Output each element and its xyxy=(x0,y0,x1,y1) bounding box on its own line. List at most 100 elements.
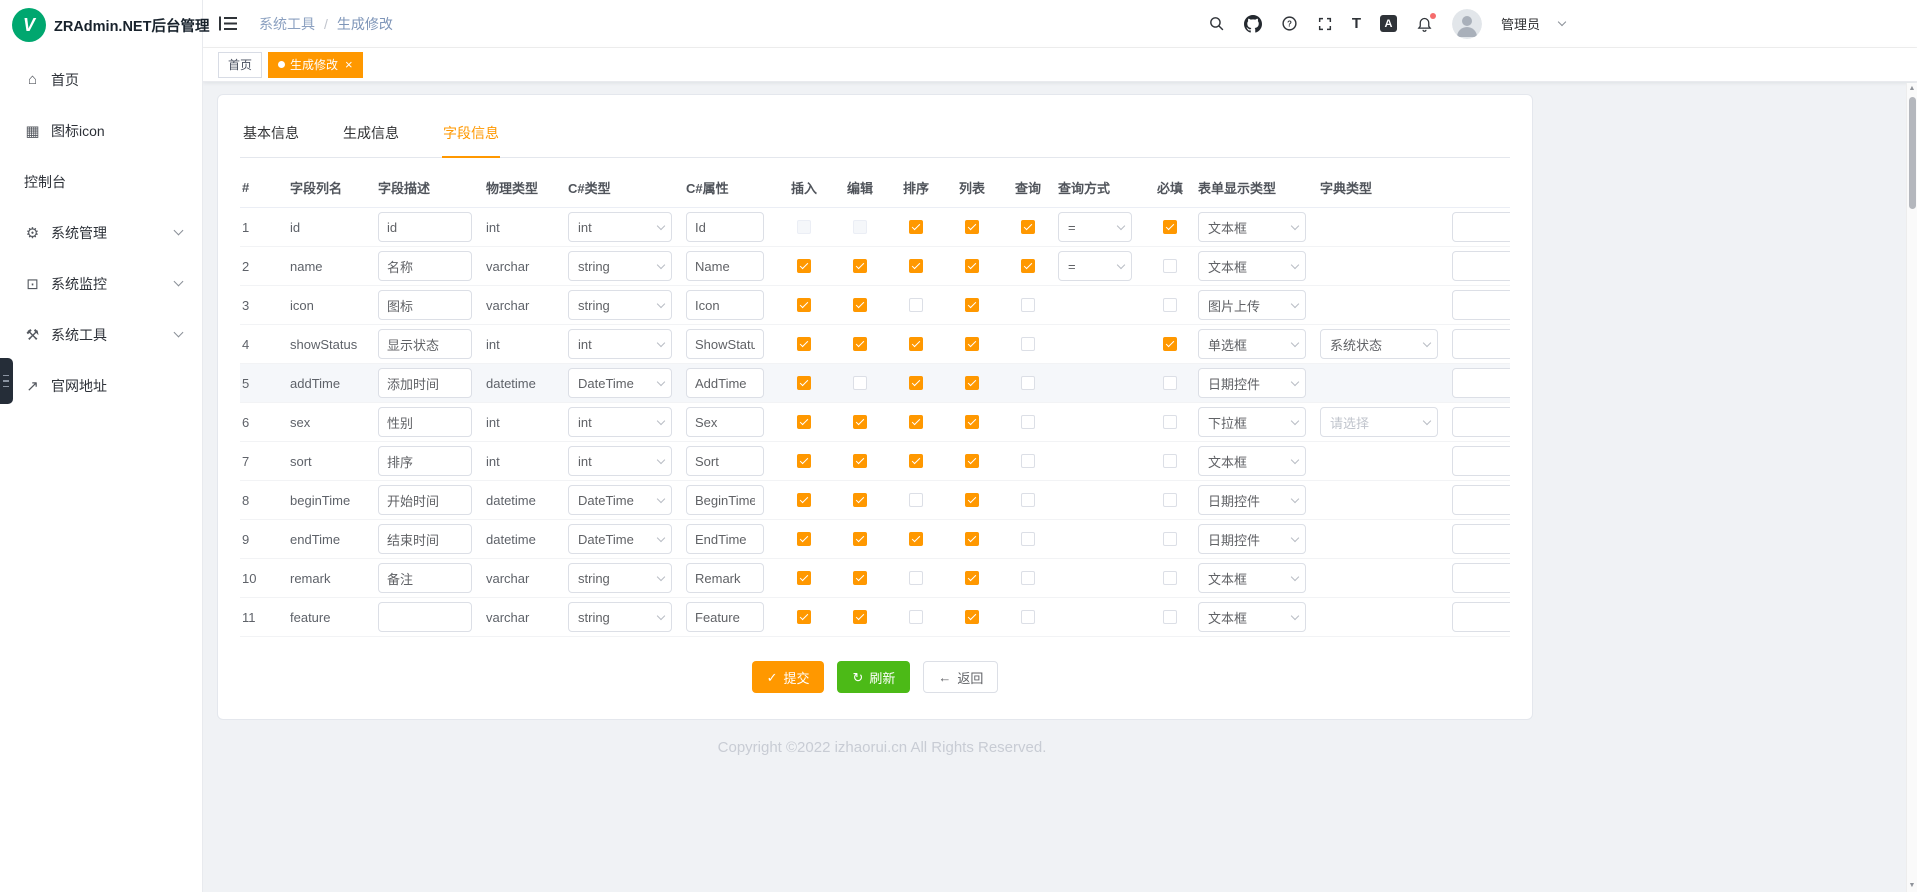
csharp-type-select[interactable]: int xyxy=(568,407,672,437)
csharp-type-select[interactable]: string xyxy=(568,290,672,320)
csharp-type-select[interactable]: string xyxy=(568,602,672,632)
insert-checkbox[interactable] xyxy=(797,493,811,507)
display-type-select[interactable]: 日期控件 xyxy=(1198,368,1306,398)
overflow-column-input[interactable] xyxy=(1452,407,1510,437)
field-description-input[interactable] xyxy=(378,251,472,281)
sort-checkbox[interactable] xyxy=(909,259,923,273)
overflow-column-input[interactable] xyxy=(1452,251,1510,281)
field-description-input[interactable] xyxy=(378,329,472,359)
field-description-input[interactable] xyxy=(378,524,472,554)
insert-checkbox[interactable] xyxy=(797,298,811,312)
csharp-type-select[interactable]: DateTime xyxy=(568,368,672,398)
query-checkbox[interactable] xyxy=(1021,493,1035,507)
required-checkbox[interactable] xyxy=(1163,454,1177,468)
dict-type-select[interactable]: 请选择 xyxy=(1320,407,1438,437)
csharp-property-input[interactable] xyxy=(686,368,764,398)
query-checkbox[interactable] xyxy=(1021,415,1035,429)
scroll-up-icon[interactable]: ▲ xyxy=(1907,83,1917,95)
edit-checkbox[interactable] xyxy=(853,298,867,312)
csharp-type-select[interactable]: int xyxy=(568,329,672,359)
insert-checkbox[interactable] xyxy=(797,571,811,585)
csharp-property-input[interactable] xyxy=(686,251,764,281)
edit-checkbox[interactable] xyxy=(853,610,867,624)
insert-checkbox[interactable] xyxy=(797,337,811,351)
list-checkbox[interactable] xyxy=(965,493,979,507)
required-checkbox[interactable] xyxy=(1163,220,1177,234)
sort-checkbox[interactable] xyxy=(909,532,923,546)
list-checkbox[interactable] xyxy=(965,571,979,585)
csharp-type-select[interactable]: string xyxy=(568,251,672,281)
csharp-type-select[interactable]: string xyxy=(568,563,672,593)
tag-0[interactable]: 首页 xyxy=(218,52,262,78)
back-button[interactable]: ← 返回 xyxy=(923,661,998,693)
csharp-property-input[interactable] xyxy=(686,602,764,632)
csharp-property-input[interactable] xyxy=(686,524,764,554)
insert-checkbox[interactable] xyxy=(797,532,811,546)
sort-checkbox[interactable] xyxy=(909,610,923,624)
edit-checkbox[interactable] xyxy=(853,571,867,585)
scrollbar-thumb[interactable] xyxy=(1909,97,1916,209)
insert-checkbox[interactable] xyxy=(797,259,811,273)
tab-0[interactable]: 基本信息 xyxy=(242,113,300,158)
edit-checkbox[interactable] xyxy=(853,454,867,468)
display-type-select[interactable]: 单选框 xyxy=(1198,329,1306,359)
display-type-select[interactable]: 文本框 xyxy=(1198,563,1306,593)
csharp-property-input[interactable] xyxy=(686,290,764,320)
sort-checkbox[interactable] xyxy=(909,571,923,585)
help-icon[interactable]: ? xyxy=(1281,15,1298,32)
required-checkbox[interactable] xyxy=(1163,298,1177,312)
overflow-column-input[interactable] xyxy=(1452,329,1510,359)
close-icon[interactable]: × xyxy=(345,58,353,71)
insert-checkbox[interactable] xyxy=(797,376,811,390)
fullscreen-icon[interactable] xyxy=(1317,16,1333,32)
sidebar-item-console[interactable]: 控制台 xyxy=(0,156,202,207)
sidebar-item-icons[interactable]: ▦图标icon xyxy=(0,105,202,156)
csharp-property-input[interactable] xyxy=(686,212,764,242)
edit-checkbox[interactable] xyxy=(853,415,867,429)
list-checkbox[interactable] xyxy=(965,376,979,390)
overflow-column-input[interactable] xyxy=(1452,212,1510,242)
list-checkbox[interactable] xyxy=(965,610,979,624)
query-type-select[interactable]: = xyxy=(1058,212,1132,242)
field-description-input[interactable] xyxy=(378,290,472,320)
display-type-select[interactable]: 下拉框 xyxy=(1198,407,1306,437)
field-description-input[interactable] xyxy=(378,602,472,632)
display-type-select[interactable]: 日期控件 xyxy=(1198,524,1306,554)
query-checkbox[interactable] xyxy=(1021,220,1035,234)
field-description-input[interactable] xyxy=(378,368,472,398)
tab-2[interactable]: 字段信息 xyxy=(442,113,500,158)
chevron-down-icon[interactable] xyxy=(1558,18,1566,26)
query-checkbox[interactable] xyxy=(1021,298,1035,312)
display-type-select[interactable]: 文本框 xyxy=(1198,212,1306,242)
sort-checkbox[interactable] xyxy=(909,298,923,312)
csharp-property-input[interactable] xyxy=(686,446,764,476)
sort-checkbox[interactable] xyxy=(909,415,923,429)
scroll-down-icon[interactable]: ▼ xyxy=(1907,880,1917,892)
list-checkbox[interactable] xyxy=(965,337,979,351)
edit-checkbox[interactable] xyxy=(853,220,867,234)
display-type-select[interactable]: 文本框 xyxy=(1198,602,1306,632)
query-checkbox[interactable] xyxy=(1021,376,1035,390)
sidebar-item-system-monitor[interactable]: ⊡系统监控 xyxy=(0,258,202,309)
query-checkbox[interactable] xyxy=(1021,337,1035,351)
overflow-column-input[interactable] xyxy=(1452,446,1510,476)
required-checkbox[interactable] xyxy=(1163,259,1177,273)
edit-checkbox[interactable] xyxy=(853,493,867,507)
overflow-column-input[interactable] xyxy=(1452,368,1510,398)
field-description-input[interactable] xyxy=(378,446,472,476)
sidebar-item-website[interactable]: ↗官网地址 xyxy=(0,360,202,411)
edit-checkbox[interactable] xyxy=(853,376,867,390)
field-description-input[interactable] xyxy=(378,407,472,437)
required-checkbox[interactable] xyxy=(1163,493,1177,507)
query-checkbox[interactable] xyxy=(1021,259,1035,273)
csharp-property-input[interactable] xyxy=(686,407,764,437)
sort-checkbox[interactable] xyxy=(909,220,923,234)
field-description-input[interactable] xyxy=(378,485,472,515)
query-checkbox[interactable] xyxy=(1021,571,1035,585)
overflow-column-input[interactable] xyxy=(1452,563,1510,593)
user-name[interactable]: 管理员 xyxy=(1501,14,1540,33)
github-icon[interactable] xyxy=(1244,15,1262,33)
dict-type-select[interactable]: 系统状态 xyxy=(1320,329,1438,359)
csharp-property-input[interactable] xyxy=(686,563,764,593)
language-icon[interactable]: A xyxy=(1380,15,1397,32)
